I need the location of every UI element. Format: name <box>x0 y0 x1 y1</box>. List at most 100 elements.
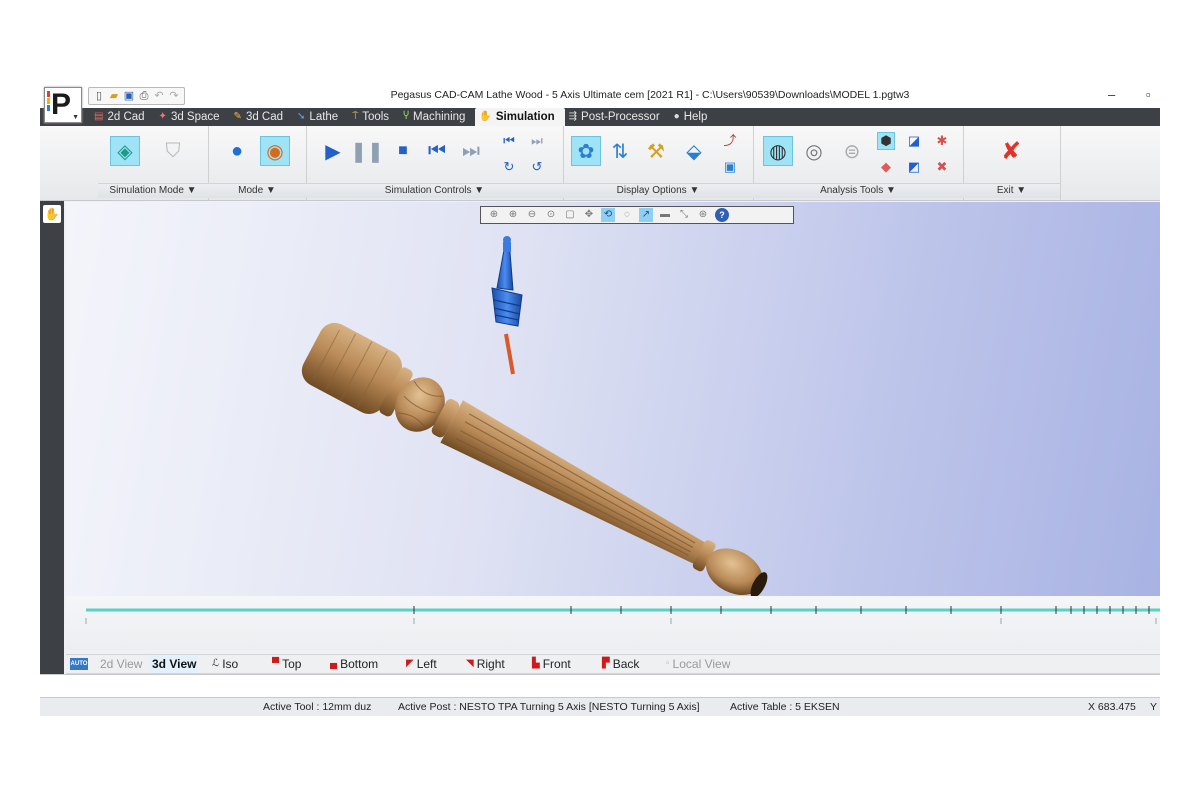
undo-icon[interactable]: ↶ <box>153 90 165 102</box>
analysis-stock-icon[interactable]: ◆ <box>877 158 895 176</box>
step-back-icon[interactable]: ⏮ <box>422 136 452 166</box>
help-icon[interactable]: ? <box>715 208 729 222</box>
view-bar: AUTO 2d View 3d View ℒ Iso ▀ Top ▄ Bottom ◤… <box>66 654 1160 674</box>
front-view-icon: ▙ <box>532 658 540 669</box>
mode-globe-icon[interactable]: ● <box>222 136 252 166</box>
simulation-mode-solid-icon[interactable]: ◈ <box>110 136 140 166</box>
tab-post-processor[interactable]: ⇶ Post-Processor <box>565 108 670 126</box>
app-logo[interactable]: P ▼ <box>44 87 82 123</box>
tab-3d-space[interactable]: ✦ 3d Space <box>155 108 230 126</box>
repeat-icon[interactable]: ↺ <box>528 158 546 176</box>
display-toolpath-icon[interactable]: ✿ <box>571 136 601 166</box>
analysis-sphere-icon[interactable]: ◍ <box>763 136 793 166</box>
group-label[interactable]: Analysis Tools ▼ <box>753 183 963 198</box>
view-bottom-button[interactable]: ▄ Bottom <box>330 655 378 673</box>
rewind-start-icon[interactable]: ⏮ <box>500 132 518 150</box>
group-analysis-tools: ◍ ◎ ⊜ ⬢ ◪ ✱ ◆ ◩ ✖ Analysis Tools ▼ <box>753 126 964 200</box>
open-folder-icon[interactable]: ▰ <box>108 90 120 102</box>
display-stock-icon[interactable]: ⬙ <box>679 136 709 166</box>
save-icon[interactable]: ▣ <box>123 90 135 102</box>
analysis-clear-icon[interactable]: ✖ <box>933 158 951 176</box>
command-input[interactable] <box>40 674 1160 698</box>
status-y-coordinate: Y <box>1150 701 1158 713</box>
view-iso-button[interactable]: ℒ Iso <box>212 655 238 673</box>
view-3d-button[interactable]: 3d View <box>150 655 199 673</box>
view-2d-button[interactable]: 2d View <box>100 655 142 673</box>
view-auto-button[interactable]: AUTO <box>70 655 88 673</box>
status-active-post: Active Post : NESTO TPA Turning 5 Axis [… <box>398 701 700 713</box>
fit-icon[interactable]: ▬ <box>658 208 672 222</box>
tab-tools[interactable]: ⍑ Tools <box>348 108 399 126</box>
3d-viewport[interactable]: ⊕ ⊕ ⊖ ⊙ ▢ ✥ ⟲ ◌ ↗ ▬ ⤡ ⊛ ? <box>66 202 1160 596</box>
zoom-out-icon[interactable]: ⊖ <box>525 208 539 222</box>
status-x-coordinate: X 683.475 <box>1088 701 1136 713</box>
redo-icon[interactable]: ↷ <box>168 90 180 102</box>
group-label[interactable]: Display Options ▼ <box>563 183 753 198</box>
new-file-icon[interactable]: ▯ <box>93 90 105 102</box>
orbit-icon[interactable]: ◌ <box>620 208 634 222</box>
display-tool-icon[interactable]: ⚒ <box>641 136 671 166</box>
group-label[interactable]: Exit ▼ <box>963 183 1060 198</box>
tab-2d-cad[interactable]: ▤ 2d Cad <box>90 108 155 126</box>
view-right-button[interactable]: ◥ Right <box>466 655 505 673</box>
3d-cad-icon: ✎ <box>233 111 242 122</box>
analysis-rainbow-icon[interactable]: ◪ <box>905 132 923 150</box>
tab-help[interactable]: ● Help <box>670 108 718 126</box>
display-tool-holder-icon[interactable]: ⇅ <box>605 136 635 166</box>
loop-icon[interactable]: ↻ <box>500 158 518 176</box>
tab-lathe[interactable]: ➘ Lathe <box>293 108 348 126</box>
zoom-previous-icon[interactable]: ⊙ <box>544 208 558 222</box>
app-window: P ▼ ▯ ▰ ▣ ⎙ ↶ ↷ Pegasus CAD-CAM Lathe Wo… <box>40 84 1160 716</box>
simulation-mode-machine-icon[interactable]: ⛉ <box>158 136 188 166</box>
bottom-view-icon: ▄ <box>330 658 338 669</box>
mode-target-icon[interactable]: ◉ <box>260 136 290 166</box>
view-left-button[interactable]: ◤ Left <box>406 655 437 673</box>
rotate-icon[interactable]: ⟲ <box>601 208 615 222</box>
display-part-icon[interactable]: ▣ <box>721 158 739 176</box>
zoom-window-icon[interactable]: ⊕ <box>487 208 501 222</box>
display-axis-icon[interactable]: ⤴ <box>721 130 739 148</box>
analysis-compare-icon[interactable]: ⊜ <box>837 136 867 166</box>
simulation-timeline[interactable] <box>66 596 1160 650</box>
side-simulation-icon[interactable]: ✋ <box>43 205 61 223</box>
timeline-track <box>85 606 1160 624</box>
view-top-button[interactable]: ▀ Top <box>272 655 301 673</box>
view-local-button[interactable]: ▫ Local View <box>666 655 730 673</box>
step-forward-icon[interactable]: ⏭ <box>456 136 486 166</box>
tab-simulation[interactable]: ✋ Simulation <box>475 108 565 126</box>
model-scene <box>301 236 768 596</box>
analysis-collision-icon[interactable]: ✱ <box>933 132 951 150</box>
menu-tabs: ▤ 2d Cad ✦ 3d Space ✎ 3d Cad ➘ Lathe ⍑ Tools … <box>90 108 717 126</box>
exit-icon[interactable]: ✘ <box>996 136 1026 166</box>
zoom-all-icon[interactable]: ▢ <box>563 208 577 222</box>
forward-end-icon[interactable]: ⏭ <box>528 132 546 150</box>
print-icon[interactable]: ⎙ <box>138 90 150 102</box>
analysis-deviation-icon[interactable]: ◩ <box>905 158 923 176</box>
group-label[interactable]: Simulation Mode ▼ <box>98 183 208 198</box>
left-side-strip: ✋ <box>40 201 64 716</box>
play-icon[interactable]: ▶ <box>318 136 348 166</box>
tab-machining[interactable]: Ⴤ Machining <box>399 108 475 126</box>
measure-icon[interactable]: ⤡ <box>677 208 691 222</box>
select-icon[interactable]: ↗ <box>639 208 653 222</box>
status-active-table: Active Table : 5 EKSEN <box>730 701 840 713</box>
local-view-icon: ▫ <box>666 658 670 669</box>
top-view-icon: ▀ <box>272 658 280 669</box>
view-front-button[interactable]: ▙ Front <box>532 655 571 673</box>
tab-3d-cad[interactable]: ✎ 3d Cad <box>230 108 293 126</box>
analysis-section-icon[interactable]: ⬢ <box>877 132 895 150</box>
machining-icon: Ⴤ <box>403 111 409 122</box>
pan-icon[interactable]: ✥ <box>582 208 596 222</box>
quick-access-toolbar: ▯ ▰ ▣ ⎙ ↶ ↷ <box>88 87 185 105</box>
stop-icon[interactable]: ■ <box>388 136 418 166</box>
zoom-in-icon[interactable]: ⊕ <box>506 208 520 222</box>
minimize-button[interactable]: – <box>1108 87 1115 102</box>
view-back-button[interactable]: ▛ Back <box>602 655 639 673</box>
restore-button[interactable]: ▫ <box>1146 87 1151 102</box>
zoom-extents-icon[interactable]: ⊛ <box>696 208 710 222</box>
analysis-gouge-icon[interactable]: ◎ <box>799 136 829 166</box>
group-label[interactable]: Simulation Controls ▼ <box>306 183 563 198</box>
group-label[interactable]: Mode ▼ <box>208 183 306 198</box>
pause-icon[interactable]: ❚❚ <box>350 136 384 166</box>
left-view-icon: ◤ <box>406 658 414 669</box>
